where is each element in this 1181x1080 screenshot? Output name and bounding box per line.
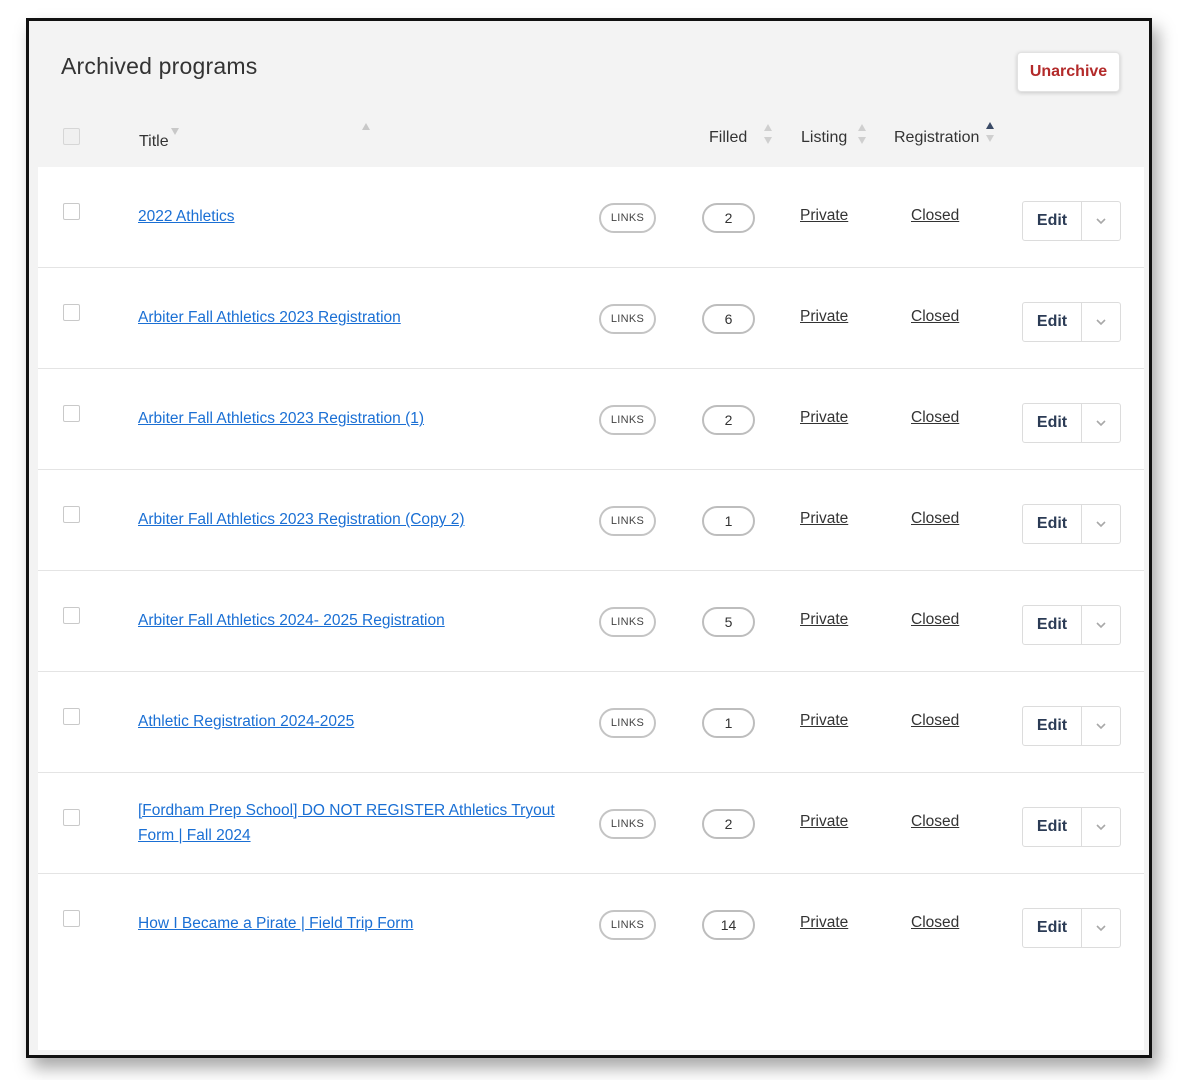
- edit-button-group: Edit: [1022, 504, 1121, 544]
- links-button[interactable]: LINKS: [599, 708, 656, 738]
- edit-button[interactable]: Edit: [1023, 505, 1082, 543]
- edit-button[interactable]: Edit: [1023, 808, 1082, 846]
- registration-status-link[interactable]: Closed: [911, 409, 959, 427]
- select-all-checkbox[interactable]: [63, 128, 80, 145]
- edit-button-group: Edit: [1022, 302, 1121, 342]
- filled-count-badge: 5: [702, 607, 755, 637]
- registration-status-link[interactable]: Closed: [911, 813, 959, 831]
- title-sort-asc-icon[interactable]: [361, 119, 371, 143]
- filled-count-badge: 1: [702, 708, 755, 738]
- listing-status-link[interactable]: Private: [800, 712, 848, 730]
- chevron-down-icon[interactable]: [1082, 303, 1120, 341]
- chevron-down-icon[interactable]: [1082, 606, 1120, 644]
- row-checkbox[interactable]: [63, 506, 80, 523]
- program-title-link[interactable]: Arbiter Fall Athletics 2023 Registration…: [138, 507, 558, 532]
- edit-button-group: Edit: [1022, 605, 1121, 645]
- links-button[interactable]: LINKS: [599, 405, 656, 435]
- row-checkbox[interactable]: [63, 304, 80, 321]
- archived-programs-panel: Archived programs Unarchive Title Filled: [38, 32, 1144, 1050]
- filled-count-badge: 6: [702, 304, 755, 334]
- filled-count-badge: 2: [702, 405, 755, 435]
- table-row: Arbiter Fall Athletics 2024- 2025 Regist…: [38, 571, 1144, 672]
- listing-status-link[interactable]: Private: [800, 409, 848, 427]
- column-header-listing[interactable]: Listing: [801, 129, 847, 147]
- edit-button[interactable]: Edit: [1023, 202, 1082, 240]
- title-sort-desc-icon[interactable]: [170, 124, 180, 148]
- filled-count-badge: 1: [702, 506, 755, 536]
- filled-count-badge: 2: [702, 203, 755, 233]
- links-button[interactable]: LINKS: [599, 809, 656, 839]
- table-row: 2022 Athletics LINKS 2 Private Closed Ed…: [38, 167, 1144, 268]
- edit-button[interactable]: Edit: [1023, 303, 1082, 341]
- registration-status-link[interactable]: Closed: [911, 611, 959, 629]
- table-row: Arbiter Fall Athletics 2023 Registration…: [38, 470, 1144, 571]
- table-row: Arbiter Fall Athletics 2023 Registration…: [38, 268, 1144, 369]
- registration-status-link[interactable]: Closed: [911, 308, 959, 326]
- window-frame: Archived programs Unarchive Title Filled: [26, 18, 1152, 1058]
- chevron-down-icon[interactable]: [1082, 707, 1120, 745]
- registration-status-link[interactable]: Closed: [911, 510, 959, 528]
- filled-sort-icon[interactable]: [763, 123, 773, 147]
- edit-button-group: Edit: [1022, 908, 1121, 948]
- column-header-title[interactable]: Title: [139, 133, 169, 151]
- table-row: [Fordham Prep School] DO NOT REGISTER At…: [38, 773, 1144, 874]
- listing-status-link[interactable]: Private: [800, 813, 848, 831]
- links-button[interactable]: LINKS: [599, 203, 656, 233]
- chevron-down-icon[interactable]: [1082, 909, 1120, 947]
- program-title-link[interactable]: Arbiter Fall Athletics 2023 Registration…: [138, 406, 558, 431]
- edit-button-group: Edit: [1022, 201, 1121, 241]
- listing-status-link[interactable]: Private: [800, 207, 848, 225]
- chevron-down-icon[interactable]: [1082, 808, 1120, 846]
- links-button[interactable]: LINKS: [599, 910, 656, 940]
- program-title-link[interactable]: Arbiter Fall Athletics 2023 Registration: [138, 305, 558, 330]
- program-title-link[interactable]: Athletic Registration 2024-2025: [138, 709, 558, 734]
- program-title-link[interactable]: How I Became a Pirate | Field Trip Form: [138, 911, 558, 936]
- edit-button-group: Edit: [1022, 807, 1121, 847]
- listing-status-link[interactable]: Private: [800, 611, 848, 629]
- table-header: Archived programs Unarchive Title Filled: [38, 32, 1144, 167]
- chevron-down-icon[interactable]: [1082, 202, 1120, 240]
- listing-status-link[interactable]: Private: [800, 914, 848, 932]
- row-checkbox[interactable]: [63, 708, 80, 725]
- chevron-down-icon[interactable]: [1082, 505, 1120, 543]
- edit-button[interactable]: Edit: [1023, 404, 1082, 442]
- row-checkbox[interactable]: [63, 203, 80, 220]
- table-row: Arbiter Fall Athletics 2023 Registration…: [38, 369, 1144, 470]
- filled-count-badge: 2: [702, 809, 755, 839]
- program-title-link[interactable]: Arbiter Fall Athletics 2024- 2025 Regist…: [138, 608, 558, 633]
- edit-button[interactable]: Edit: [1023, 909, 1082, 947]
- edit-button[interactable]: Edit: [1023, 606, 1082, 644]
- row-checkbox[interactable]: [63, 910, 80, 927]
- listing-status-link[interactable]: Private: [800, 510, 848, 528]
- filled-count-badge: 14: [702, 910, 755, 940]
- links-button[interactable]: LINKS: [599, 607, 656, 637]
- page-title: Archived programs: [61, 53, 258, 79]
- edit-button-group: Edit: [1022, 706, 1121, 746]
- registration-status-link[interactable]: Closed: [911, 914, 959, 932]
- table-row: Athletic Registration 2024-2025 LINKS 1 …: [38, 672, 1144, 773]
- links-button[interactable]: LINKS: [599, 304, 656, 334]
- registration-sort-icon[interactable]: [985, 121, 995, 145]
- table-row: How I Became a Pirate | Field Trip Form …: [38, 874, 1144, 975]
- registration-status-link[interactable]: Closed: [911, 207, 959, 225]
- column-header-registration[interactable]: Registration: [894, 129, 979, 147]
- row-checkbox[interactable]: [63, 607, 80, 624]
- edit-button-group: Edit: [1022, 403, 1121, 443]
- column-header-filled[interactable]: Filled: [709, 129, 747, 147]
- listing-sort-icon[interactable]: [857, 123, 867, 147]
- links-button[interactable]: LINKS: [599, 506, 656, 536]
- unarchive-button[interactable]: Unarchive: [1017, 52, 1120, 92]
- row-checkbox[interactable]: [63, 405, 80, 422]
- listing-status-link[interactable]: Private: [800, 308, 848, 326]
- program-title-link[interactable]: [Fordham Prep School] DO NOT REGISTER At…: [138, 798, 558, 848]
- chevron-down-icon[interactable]: [1082, 404, 1120, 442]
- program-title-link[interactable]: 2022 Athletics: [138, 204, 558, 229]
- registration-status-link[interactable]: Closed: [911, 712, 959, 730]
- edit-button[interactable]: Edit: [1023, 707, 1082, 745]
- row-checkbox[interactable]: [63, 809, 80, 826]
